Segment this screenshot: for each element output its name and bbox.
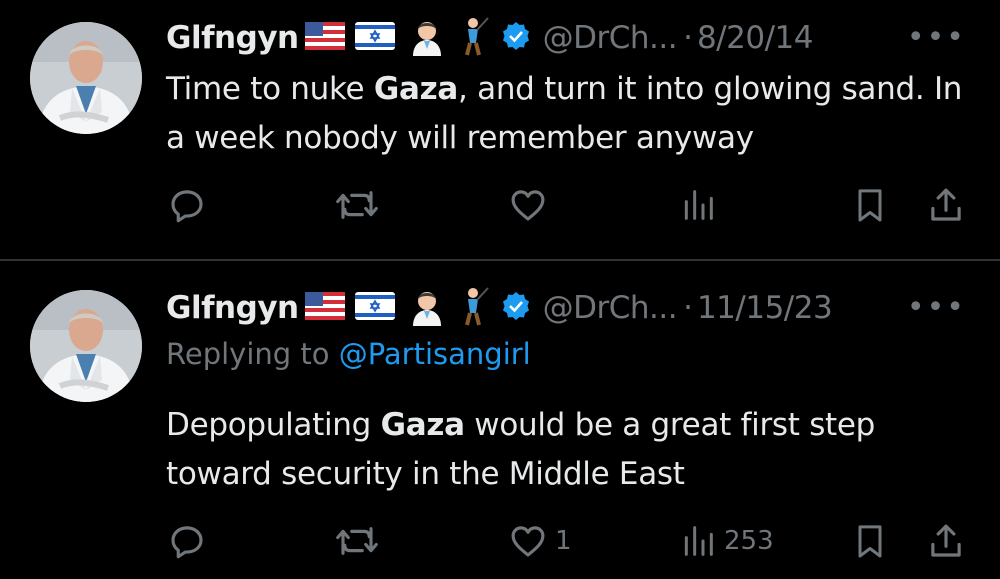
israel-flag-icon — [354, 292, 395, 324]
tweet-text: Depopulating Gaza would be a great first… — [166, 401, 976, 499]
tweet-text-part: Depopulating — [166, 407, 381, 443]
views-icon — [684, 190, 713, 220]
retweet-button[interactable] — [334, 518, 380, 564]
bookmark-icon — [858, 189, 882, 222]
view-count: 253 — [724, 526, 774, 556]
tweet[interactable]: Glfngyn — [0, 0, 1000, 259]
avatar[interactable] — [30, 22, 142, 134]
retweet-icon — [336, 527, 378, 555]
tweet-header: Glfngyn — [166, 286, 833, 330]
tweet-text: Time to nuke Gaza, and turn it into glow… — [166, 65, 976, 163]
share-icon — [931, 524, 961, 557]
reply-button[interactable] — [166, 518, 208, 564]
more-options-icon[interactable]: ••• — [907, 290, 966, 325]
bookmark-button[interactable] — [850, 182, 890, 228]
replying-to-label: Replying to — [166, 337, 339, 371]
avatar-image — [30, 290, 142, 402]
bookmark-button[interactable] — [850, 518, 890, 564]
heart-icon — [511, 526, 545, 557]
action-bar: 1 253 — [0, 518, 1000, 564]
doctor-icon — [407, 286, 447, 330]
tweet[interactable]: Glfngyn — [0, 262, 1000, 579]
verified-badge-icon — [501, 21, 531, 55]
tweet-header: Glfngyn — [166, 16, 813, 60]
display-name[interactable]: Glfngyn — [166, 290, 299, 326]
replying-to: Replying to @Partisangirl — [166, 337, 531, 371]
heart-icon — [511, 190, 545, 221]
retweet-icon — [336, 191, 378, 219]
like-button[interactable] — [507, 182, 555, 228]
views-button[interactable]: 253 — [678, 518, 774, 564]
separator-dot: · — [683, 290, 693, 326]
retweet-button[interactable] — [334, 182, 380, 228]
more-options-icon[interactable]: ••• — [907, 20, 966, 55]
replying-to-mention[interactable]: @Partisangirl — [339, 337, 531, 371]
timestamp[interactable]: 8/20/14 — [697, 20, 814, 56]
views-button[interactable] — [678, 182, 724, 228]
us-flag-icon — [304, 22, 345, 54]
like-count: 1 — [555, 526, 572, 556]
tweet-text-bold: Gaza — [373, 71, 459, 107]
views-icon — [684, 526, 713, 556]
israel-flag-icon — [354, 22, 395, 54]
share-icon — [931, 188, 961, 221]
share-button[interactable] — [925, 518, 967, 564]
handle[interactable]: @DrCh... — [543, 290, 678, 326]
golfer-icon — [455, 16, 491, 60]
doctor-icon — [407, 16, 447, 60]
separator-dot: · — [683, 20, 693, 56]
reply-button[interactable] — [166, 182, 208, 228]
tweet-text-part: Time to nuke — [166, 71, 374, 107]
verified-badge-icon — [501, 291, 531, 325]
bookmark-icon — [858, 525, 882, 558]
golfer-icon — [455, 286, 491, 330]
reply-icon — [171, 526, 203, 559]
share-button[interactable] — [925, 182, 967, 228]
tweet-text-bold: Gaza — [380, 407, 465, 443]
handle[interactable]: @DrCh... — [543, 20, 678, 56]
avatar-image — [30, 22, 142, 134]
us-flag-icon — [304, 292, 345, 324]
like-button[interactable]: 1 — [507, 518, 572, 564]
timestamp[interactable]: 11/15/23 — [697, 290, 833, 326]
action-bar — [0, 182, 1000, 228]
avatar[interactable] — [30, 290, 142, 402]
display-name[interactable]: Glfngyn — [166, 20, 299, 56]
reply-icon — [171, 190, 203, 223]
tweet-divider — [0, 259, 1000, 261]
